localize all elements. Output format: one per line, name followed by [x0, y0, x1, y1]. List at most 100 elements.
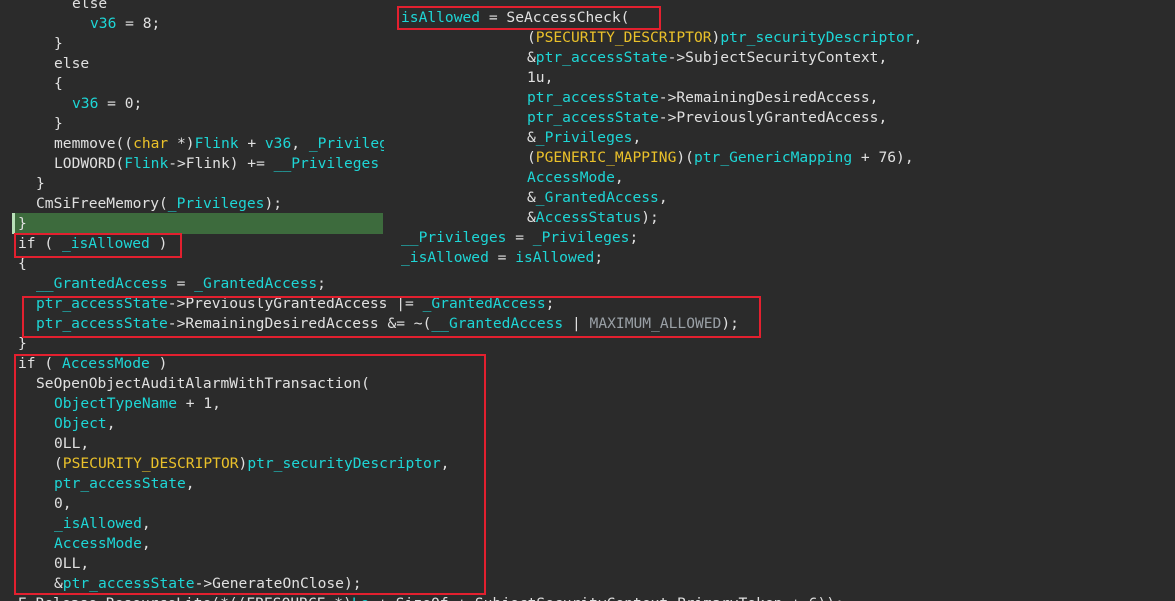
current-line-highlight: [12, 213, 383, 234]
code-token: _GrantedAccess: [194, 275, 318, 292]
code-token: _Privileges: [532, 229, 630, 246]
code-token: 1u,: [527, 69, 554, 86]
code-token: char: [133, 135, 169, 152]
code-token: else: [54, 55, 90, 72]
current-line-marker: [12, 213, 15, 234]
code-token: AccessMode: [527, 169, 615, 186]
code-token: }: [54, 35, 63, 52]
code-line: else: [72, 0, 107, 14]
code-token: ;: [545, 295, 555, 312]
code-token: MAXIMUM_ALLOWED: [589, 315, 722, 332]
code-token: ,: [658, 189, 668, 206]
code-line: &AccessStatus);: [527, 208, 659, 228]
code-token: &: [54, 575, 63, 592]
code-token: isAllowed: [515, 249, 595, 266]
code-line: isAllowed = SeAccessCheck(: [401, 8, 629, 28]
code-token: PGENERIC_MAPPING: [535, 149, 677, 166]
code-line: v36 = 8;: [90, 14, 160, 34]
code-token: AccessMode: [61, 355, 150, 372]
code-line: if ( _isAllowed ): [18, 234, 167, 254]
code-token: &: [527, 49, 536, 66]
code-token: = 0;: [98, 95, 143, 112]
code-line: CmSiFreeMemory(_Privileges);: [36, 194, 282, 214]
code-token: + 1,: [177, 395, 221, 412]
code-line: 0LL,: [54, 434, 89, 454]
code-token: ,: [291, 135, 309, 152]
code-line: __GrantedAccess = _GrantedAccess;: [36, 274, 326, 294]
code-token: +: [238, 135, 265, 152]
code-token: )(: [676, 149, 694, 166]
code-token: Object: [54, 415, 107, 432]
code-token: );: [721, 315, 739, 332]
code-token: |: [563, 315, 590, 332]
code-token: ptr_securityDescriptor: [247, 455, 441, 472]
code-token: _Privileges: [167, 195, 265, 212]
code-token: SeOpenObjectAuditAlarmWithTransaction(: [36, 375, 370, 392]
code-token: ptr_accessState: [527, 109, 659, 126]
code-token: _isAllowed: [401, 249, 489, 266]
code-line: Object,: [54, 414, 116, 434]
code-token: else: [72, 0, 108, 12]
code-token: = SeAccessCheck(: [480, 9, 630, 26]
code-token: ;: [317, 275, 326, 292]
code-line: }: [18, 334, 27, 354]
code-token: v36: [264, 135, 292, 152]
code-line: __Privileges = _Privileges;: [401, 228, 638, 248]
code-token: ->Flink) +=: [168, 155, 274, 172]
code-token: _GrantedAccess: [535, 189, 659, 206]
code-token: if (: [18, 355, 62, 372]
code-token: ptr_accessState: [36, 295, 168, 312]
code-token: + 76),: [852, 149, 914, 166]
code-line: ptr_accessState->RemainingDesiredAccess,: [527, 88, 878, 108]
code-token: E_Release_ResourceLite(*((ERESOURCE *): [18, 595, 352, 601]
code-line: ptr_accessState->RemainingDesiredAccess …: [36, 314, 739, 334]
code-token: ,: [440, 455, 450, 472]
code-token: ObjectTypeName: [54, 395, 178, 412]
code-token: Flink: [194, 135, 239, 152]
code-token: + SizeOf + SubjectSecurityContext.Primar…: [369, 595, 844, 601]
code-token: _isAllowed: [54, 515, 142, 532]
code-token: __GrantedAccess: [431, 315, 564, 332]
code-line: ptr_accessState,: [54, 474, 195, 494]
code-token: = 8;: [116, 15, 161, 32]
code-token: ,: [614, 169, 624, 186]
code-line: }: [36, 174, 45, 194]
code-token: ptr_accessState: [36, 315, 168, 332]
code-line: v36 = 0;: [72, 94, 142, 114]
code-line: if ( AccessMode ): [18, 354, 167, 374]
code-token: ): [711, 29, 721, 46]
code-token: &: [527, 129, 536, 146]
code-line: AccessMode,: [54, 534, 151, 554]
code-token: ptr_accessState: [54, 475, 186, 492]
left-pane-clip-top: else v36 = 8; } else { v36 = 0; } memmov…: [0, 0, 384, 200]
code-token: (: [527, 149, 536, 166]
code-token: isAllowed: [401, 9, 481, 26]
code-token: __Privileges: [273, 155, 380, 172]
code-token: v36: [72, 95, 99, 112]
code-line: SeOpenObjectAuditAlarmWithTransaction(: [36, 374, 370, 394]
code-line: &ptr_accessState->SubjectSecurityContext…: [527, 48, 887, 68]
code-line: &_Privileges,: [527, 128, 641, 148]
code-token: }: [18, 335, 27, 352]
code-token: _GrantedAccess: [422, 295, 546, 312]
code-line: (PSECURITY_DESCRIPTOR)ptr_securityDescri…: [527, 28, 922, 48]
code-token: __Privileges: [401, 229, 507, 246]
code-token: ,: [141, 535, 151, 552]
code-token: ): [149, 355, 168, 372]
code-token: PSECURITY_DESCRIPTOR: [535, 29, 712, 46]
code-token: (: [54, 455, 63, 472]
code-token: ptr_GenericMapping: [693, 149, 853, 166]
code-token: PSECURITY_DESCRIPTOR: [62, 455, 239, 472]
code-token: _Privileges: [535, 129, 633, 146]
code-token: }: [54, 115, 63, 132]
code-token: Lo: [352, 595, 370, 601]
code-line: }: [18, 214, 27, 234]
code-token: ->SubjectSecurityContext,: [667, 49, 888, 66]
code-token: ;: [594, 249, 604, 266]
code-line: &ptr_accessState->GenerateOnClose);: [54, 574, 362, 594]
code-token: ->PreviouslyGrantedAccess,: [658, 109, 888, 126]
code-token: {: [54, 75, 63, 92]
code-token: 0,: [54, 495, 72, 512]
code-line: _isAllowed,: [54, 514, 151, 534]
code-token: }: [18, 215, 27, 232]
